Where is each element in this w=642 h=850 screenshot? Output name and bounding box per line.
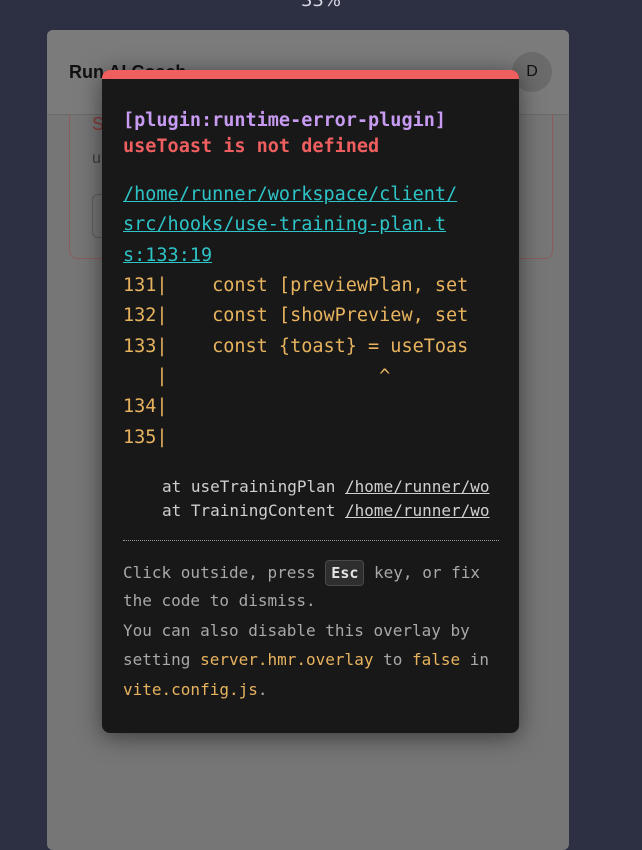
- file-link-line-1[interactable]: /home/runner/workspace/client/: [123, 184, 503, 205]
- code-frame-line: 135|: [123, 427, 168, 448]
- tip-text: setting: [123, 650, 201, 669]
- tip-line: the code to dismiss.: [123, 591, 316, 610]
- code-frame-line: 131| const [previewPlan, set: [123, 275, 469, 296]
- overlay-accent-bar: [102, 70, 519, 79]
- error-message: useToast is not defined: [123, 136, 380, 157]
- stack-trace-line: at useTrainingPlan /home/runner/wo: [162, 477, 499, 496]
- tip-text: .: [257, 680, 268, 699]
- tip-text: Click outside, press: [123, 563, 326, 582]
- tip-text: key, or fix: [364, 563, 480, 582]
- config-file: vite.config.js: [123, 680, 258, 699]
- code-frame-line: 133| const {toast} = useToas: [123, 336, 469, 357]
- divider: [123, 540, 499, 541]
- code-frame-line: 132| const [showPreview, set: [123, 305, 469, 326]
- stack-function: at useTrainingPlan: [162, 477, 346, 496]
- config-value: false: [411, 650, 461, 669]
- stack-function: at TrainingContent: [162, 501, 346, 520]
- error-card-description: u: [92, 150, 101, 167]
- file-link-line-2[interactable]: src/hooks/use-training-plan.t: [123, 214, 503, 235]
- esc-key: Esc: [325, 560, 365, 586]
- tip-text: to: [373, 650, 412, 669]
- file-link-line-3[interactable]: s:133:19: [123, 245, 503, 266]
- stack-file-link[interactable]: /home/runner/wo: [345, 501, 490, 520]
- tip-line: vite.config.js.: [123, 680, 268, 699]
- tip-line: You can also disable this overlay by: [123, 621, 470, 640]
- code-frame-line: 134|: [123, 396, 168, 417]
- stack-file-link[interactable]: /home/runner/wo: [345, 477, 490, 496]
- tip-line: setting server.hmr.overlay to false in: [123, 650, 489, 669]
- error-overlay[interactable]: [plugin:runtime-error-plugin] useToast i…: [102, 70, 519, 733]
- tip-text: in: [460, 650, 490, 669]
- plugin-name: [plugin:runtime-error-plugin]: [123, 110, 447, 131]
- code-frame-caret: | ^: [123, 366, 391, 387]
- tip-line: Click outside, press Esc key, or fix: [123, 560, 480, 586]
- zoom-level-label: 33%: [300, 0, 341, 11]
- config-key: server.hmr.overlay: [200, 650, 374, 669]
- stack-trace-line: at TrainingContent /home/runner/wo: [162, 501, 499, 520]
